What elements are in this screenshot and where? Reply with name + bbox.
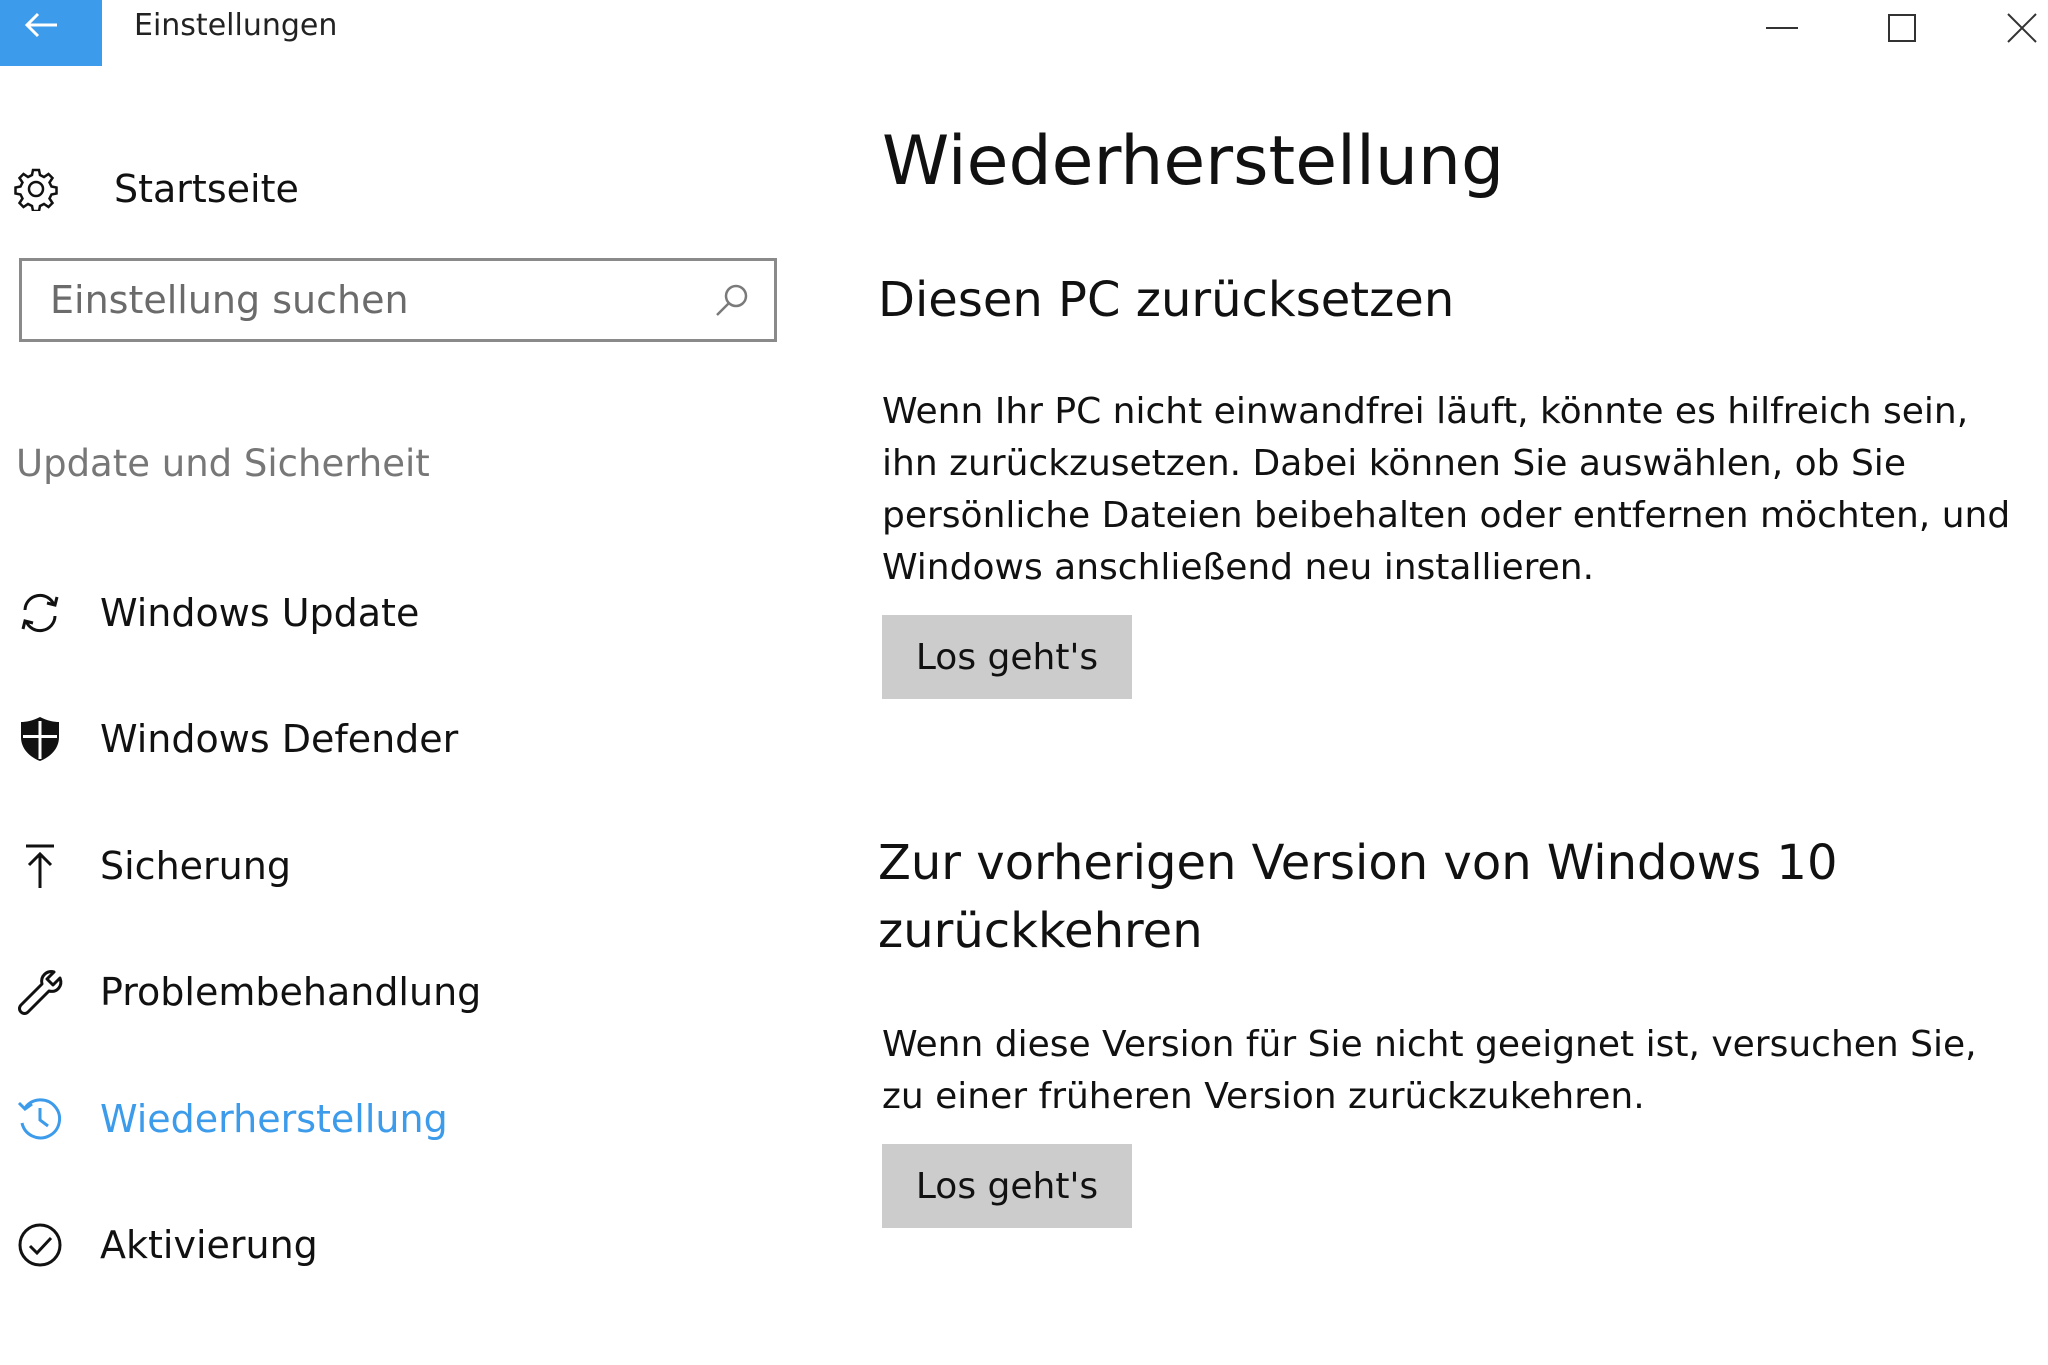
- back-button[interactable]: [0, 0, 102, 66]
- window-title: Einstellungen: [134, 8, 338, 43]
- sidebar-item-wiederherstellung[interactable]: Wiederherstellung: [14, 1079, 448, 1159]
- close-icon: [2007, 13, 2037, 43]
- sidebar: Startseite Update und Sicherheit: [0, 66, 820, 1365]
- settings-window: Einstellungen Startseite Einstellung suc…: [0, 0, 2048, 1365]
- sidebar-item-windows-update[interactable]: Windows Update: [14, 573, 419, 653]
- minimize-button[interactable]: [1742, 0, 1822, 56]
- section-title-reset: Diesen PC zurücksetzen: [878, 272, 1455, 328]
- sidebar-item-windows-defender[interactable]: Windows Defender: [14, 699, 458, 779]
- page-title: Wiederherstellung: [882, 122, 1505, 201]
- title-bar: Einstellungen: [0, 0, 2048, 66]
- sidebar-item-problembehandlung[interactable]: Problembehandlung: [14, 952, 481, 1032]
- check-circle-icon: [14, 1219, 66, 1271]
- sidebar-item-label: Wiederherstellung: [100, 1097, 448, 1141]
- sidebar-item-label: Windows Defender: [100, 717, 459, 761]
- maximize-icon: [1888, 14, 1916, 42]
- upload-arrow-icon: [14, 840, 66, 892]
- sidebar-item-label: Sicherung: [100, 844, 291, 888]
- sidebar-item-label: Problembehandlung: [100, 970, 482, 1014]
- minimize-icon: [1766, 27, 1798, 29]
- section-text-reset: Wenn Ihr PC nicht einwandfrei läuft, kön…: [882, 391, 2011, 588]
- sidebar-item-home[interactable]: Startseite: [14, 149, 299, 229]
- search-icon[interactable]: [714, 282, 750, 318]
- wrench-icon: [14, 966, 66, 1018]
- section-heading: Update und Sicherheit: [16, 442, 430, 485]
- section-title-rollback: Zur vorherigen Version von Windows 10 zu…: [878, 835, 1838, 959]
- shield-icon: [14, 713, 66, 765]
- sidebar-item-aktivierung[interactable]: Aktivierung: [14, 1205, 318, 1285]
- sidebar-item-sicherung[interactable]: Sicherung: [14, 826, 291, 906]
- maximize-button[interactable]: [1862, 0, 1942, 56]
- sync-icon: [14, 587, 66, 639]
- search-input[interactable]: [50, 278, 714, 322]
- search-box[interactable]: [19, 258, 777, 342]
- section-text-rollback: Wenn diese Version für Sie nicht geeigne…: [882, 1024, 1977, 1117]
- rollback-button[interactable]: Los geht's: [882, 1144, 1132, 1228]
- sidebar-item-label: Aktivierung: [100, 1223, 318, 1267]
- close-button[interactable]: [1982, 0, 2048, 56]
- back-arrow-icon: [24, 12, 57, 38]
- sidebar-home-label: Startseite: [114, 167, 299, 211]
- sidebar-item-label: Windows Update: [100, 591, 420, 635]
- history-icon: [14, 1093, 66, 1145]
- reset-pc-button[interactable]: Los geht's: [882, 615, 1132, 699]
- gear-icon: [14, 168, 58, 211]
